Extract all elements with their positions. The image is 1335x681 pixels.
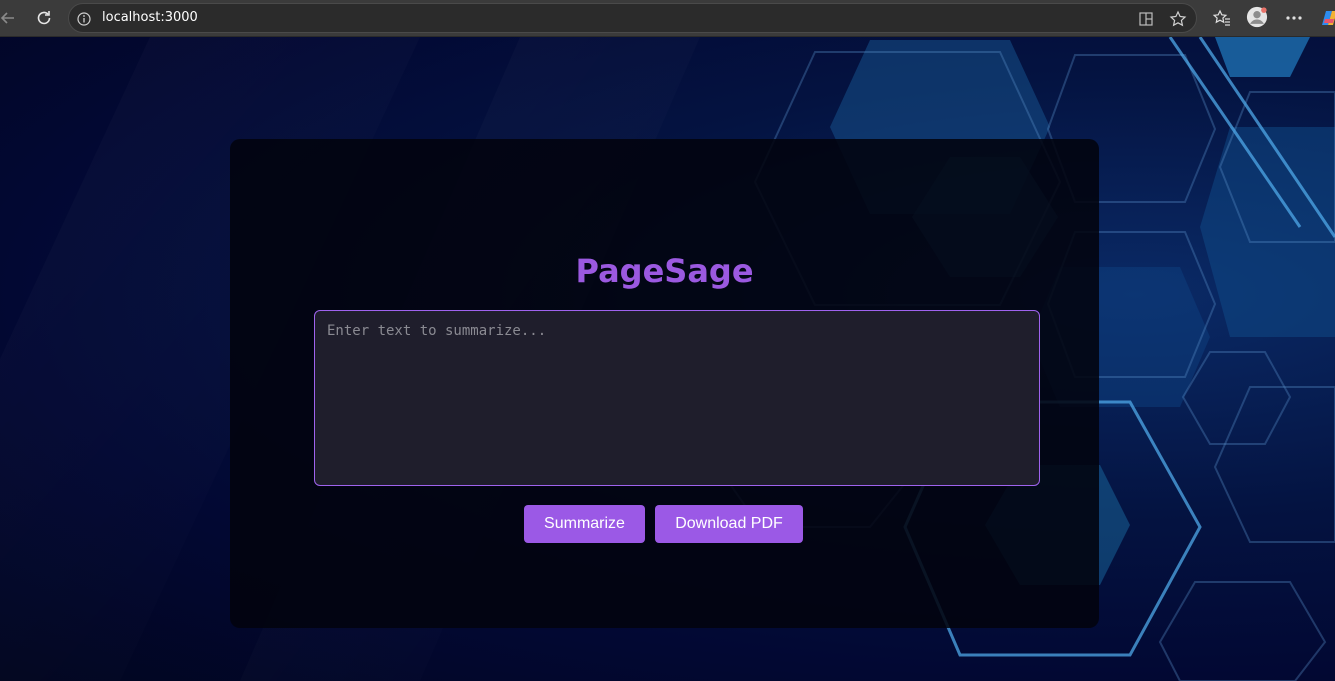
page-background: PageSage Summarize Download PDF	[0, 37, 1335, 681]
profile-avatar[interactable]	[1246, 6, 1268, 28]
more-icon[interactable]	[1283, 7, 1305, 29]
address-bar[interactable]: localhost:3000	[68, 3, 1197, 33]
summarizer-card: PageSage Summarize Download PDF	[230, 139, 1099, 628]
split-screen-icon[interactable]	[1137, 10, 1155, 28]
summary-text-input[interactable]	[314, 310, 1040, 486]
reload-icon[interactable]	[32, 6, 56, 30]
back-arrow-icon[interactable]	[0, 6, 20, 30]
star-icon[interactable]	[1169, 10, 1187, 28]
browser-toolbar: localhost:3000	[0, 0, 1335, 37]
download-pdf-button[interactable]: Download PDF	[655, 505, 803, 543]
app-title: PageSage	[575, 252, 754, 290]
copilot-icon[interactable]	[1318, 7, 1335, 29]
url-text[interactable]: localhost:3000	[102, 10, 198, 25]
summarize-button[interactable]: Summarize	[524, 505, 645, 543]
favorites-icon[interactable]	[1211, 7, 1233, 29]
info-icon[interactable]	[75, 10, 93, 28]
